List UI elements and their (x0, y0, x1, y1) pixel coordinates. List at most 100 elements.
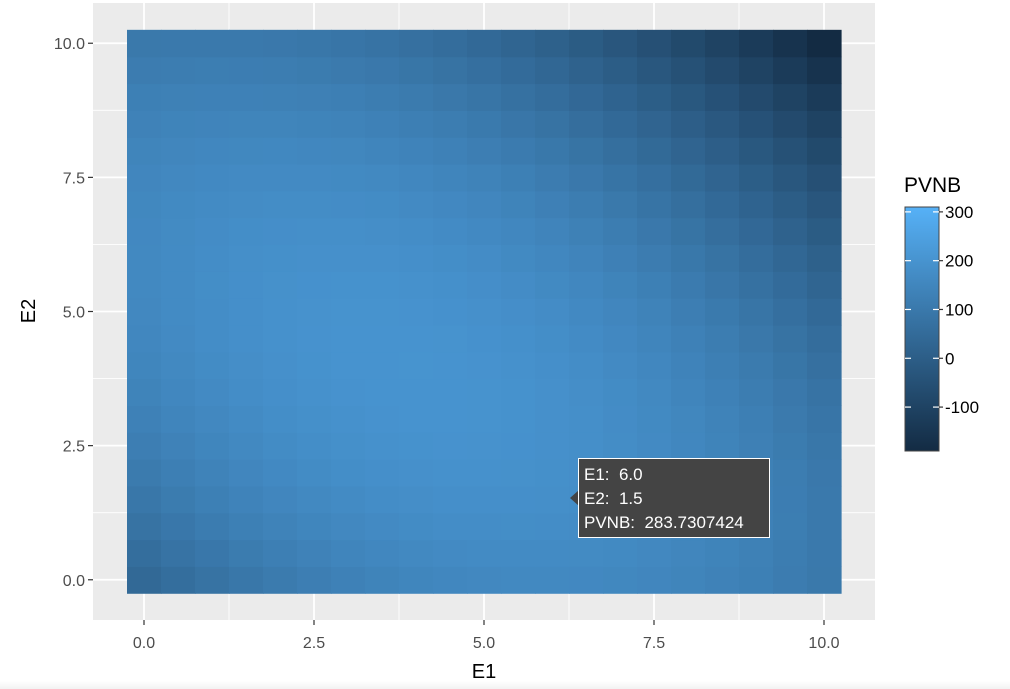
heatmap-tile[interactable] (331, 432, 366, 460)
heatmap-tile[interactable] (365, 351, 400, 380)
heatmap-tile[interactable] (331, 566, 366, 594)
heatmap-tile[interactable] (331, 244, 366, 272)
heatmap-tile[interactable] (637, 539, 672, 567)
heatmap-tile[interactable] (603, 566, 638, 594)
heatmap-tile[interactable] (603, 190, 638, 219)
heatmap-tile[interactable] (671, 405, 706, 433)
heatmap-tile[interactable] (467, 217, 502, 246)
heatmap-tile[interactable] (773, 405, 808, 433)
heatmap-tile[interactable] (229, 110, 264, 138)
heatmap-tile[interactable] (161, 137, 196, 165)
heatmap-tile[interactable] (161, 29, 196, 58)
heatmap-tile[interactable] (399, 298, 434, 326)
heatmap-tile[interactable] (807, 244, 842, 272)
heatmap-tile[interactable] (331, 512, 366, 541)
heatmap-tile[interactable] (467, 298, 502, 326)
heatmap-tile[interactable] (705, 83, 740, 111)
heatmap-tile[interactable] (467, 244, 502, 272)
heatmap-tile[interactable] (569, 190, 604, 219)
heatmap-tile[interactable] (807, 83, 842, 111)
heatmap-tile[interactable] (739, 298, 774, 326)
heatmap-tile[interactable] (263, 485, 298, 514)
heatmap-tile[interactable] (229, 83, 264, 111)
heatmap-tile[interactable] (127, 432, 162, 460)
heatmap-tile[interactable] (297, 485, 332, 514)
heatmap-tile[interactable] (229, 244, 264, 272)
heatmap-tile[interactable] (331, 485, 366, 514)
heatmap-tile[interactable] (297, 351, 332, 380)
heatmap-tile[interactable] (637, 110, 672, 138)
heatmap-tile[interactable] (637, 432, 672, 460)
heatmap-tile[interactable] (365, 83, 400, 111)
heatmap-tile[interactable] (195, 566, 230, 594)
heatmap-tile[interactable] (331, 137, 366, 165)
heatmap-tile[interactable] (603, 29, 638, 58)
heatmap-tile[interactable] (807, 485, 842, 514)
heatmap-tile[interactable] (467, 83, 502, 111)
heatmap-tile[interactable] (671, 271, 706, 299)
heatmap-tile[interactable] (195, 163, 230, 192)
heatmap-tile[interactable] (739, 110, 774, 138)
heatmap-tile[interactable] (195, 29, 230, 58)
heatmap-tile[interactable] (331, 56, 366, 85)
heatmap-tile[interactable] (569, 217, 604, 246)
heatmap-tile[interactable] (773, 244, 808, 272)
heatmap-tile[interactable] (127, 378, 162, 406)
heatmap-tile[interactable] (195, 432, 230, 460)
heatmap-tile[interactable] (127, 217, 162, 246)
heatmap-tile[interactable] (501, 298, 536, 326)
heatmap-tile[interactable] (467, 485, 502, 514)
heatmap-tile[interactable] (399, 217, 434, 246)
heatmap-tile[interactable] (161, 217, 196, 246)
heatmap-tile[interactable] (399, 271, 434, 299)
heatmap-tile[interactable] (399, 378, 434, 406)
heatmap-tile[interactable] (467, 190, 502, 219)
heatmap-tile[interactable] (467, 566, 502, 594)
heatmap-tile[interactable] (297, 432, 332, 460)
heatmap-tile[interactable] (263, 56, 298, 85)
heatmap-tile[interactable] (331, 110, 366, 138)
heatmap-tile[interactable] (127, 244, 162, 272)
heatmap-tile[interactable] (365, 512, 400, 541)
heatmap-tile[interactable] (229, 459, 264, 487)
heatmap-tile[interactable] (535, 432, 570, 460)
heatmap-tile[interactable] (263, 137, 298, 165)
heatmap-tile[interactable] (671, 137, 706, 165)
heatmap-tile[interactable] (229, 324, 264, 353)
heatmap-tile[interactable] (501, 56, 536, 85)
heatmap-tile[interactable] (229, 190, 264, 219)
heatmap-tile[interactable] (501, 163, 536, 192)
heatmap-tile[interactable] (399, 163, 434, 192)
heatmap-tile[interactable] (365, 378, 400, 406)
heatmap-tile[interactable] (637, 405, 672, 433)
heatmap-tile[interactable] (773, 29, 808, 58)
heatmap-tile[interactable] (603, 163, 638, 192)
heatmap-tile[interactable] (161, 271, 196, 299)
heatmap-tile[interactable] (399, 137, 434, 165)
heatmap-tile[interactable] (263, 432, 298, 460)
heatmap-tile[interactable] (365, 56, 400, 85)
heatmap-tile[interactable] (127, 56, 162, 85)
heatmap-tile[interactable] (229, 485, 264, 514)
heatmap-tile[interactable] (535, 324, 570, 353)
heatmap-tile[interactable] (501, 459, 536, 487)
heatmap-tile[interactable] (535, 83, 570, 111)
heatmap-tile[interactable] (637, 217, 672, 246)
heatmap-tile[interactable] (501, 29, 536, 58)
heatmap-tile[interactable] (161, 378, 196, 406)
heatmap-tile[interactable] (807, 566, 842, 594)
heatmap-tile[interactable] (705, 29, 740, 58)
heatmap-tile[interactable] (739, 566, 774, 594)
heatmap-tile[interactable] (671, 324, 706, 353)
heatmap-tile[interactable] (569, 324, 604, 353)
heatmap-tile[interactable] (195, 512, 230, 541)
heatmap-tile[interactable] (807, 298, 842, 326)
heatmap-tile[interactable] (433, 512, 468, 541)
heatmap-tile[interactable] (195, 324, 230, 353)
heatmap-tile[interactable] (331, 298, 366, 326)
heatmap-tile[interactable] (535, 110, 570, 138)
heatmap-tile[interactable] (569, 163, 604, 192)
heatmap-tile[interactable] (127, 137, 162, 165)
heatmap-tile[interactable] (535, 459, 570, 487)
heatmap-tile[interactable] (127, 190, 162, 219)
